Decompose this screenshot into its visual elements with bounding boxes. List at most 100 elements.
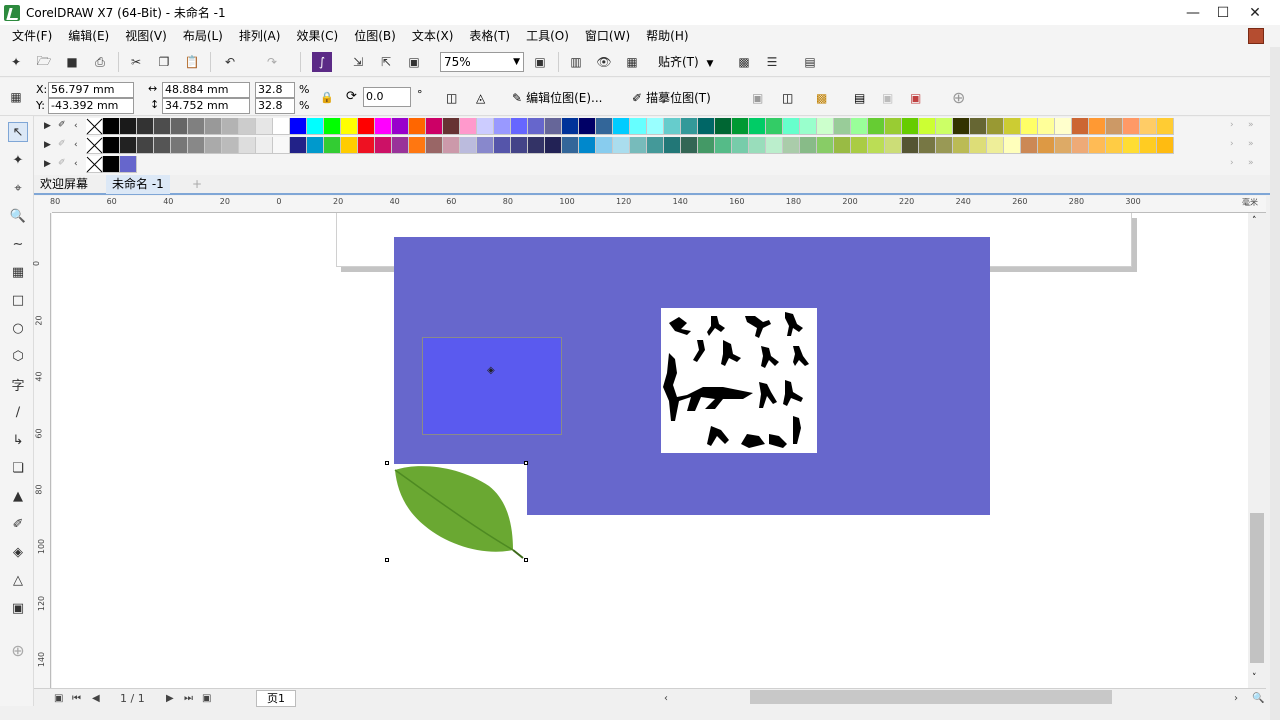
color-swatch[interactable]	[171, 137, 188, 154]
color-swatch[interactable]	[341, 137, 358, 154]
color-swatch[interactable]	[494, 118, 511, 135]
scroll-down-icon[interactable]: ˅	[1252, 673, 1257, 683]
menu-effects[interactable]: 效果(C)	[288, 25, 346, 47]
palette-expand-icon[interactable]: »	[1248, 158, 1254, 168]
scroll-right-icon[interactable]: ›	[1234, 689, 1238, 708]
show-grid-icon[interactable]: ▦	[622, 52, 642, 72]
color-swatch[interactable]	[171, 118, 188, 135]
palette-expand-icon[interactable]: »	[1248, 139, 1254, 149]
color-swatch[interactable]	[817, 118, 834, 135]
color-swatch[interactable]	[817, 137, 834, 154]
last-page-icon[interactable]: ⏭	[184, 689, 193, 708]
color-swatch[interactable]	[290, 137, 307, 154]
options-icon[interactable]: ☰	[762, 52, 782, 72]
full-screen-preview-icon[interactable]: ▣	[530, 52, 550, 72]
print-icon[interactable]: ⎙	[90, 52, 110, 72]
selection-handle[interactable]	[524, 461, 528, 465]
add-page-before-icon[interactable]: ▣	[54, 689, 63, 708]
open-icon[interactable]: 🗁	[34, 52, 54, 72]
selected-rectangle[interactable]: ◈	[422, 337, 562, 435]
color-swatch[interactable]	[256, 118, 273, 135]
color-swatch[interactable]	[664, 118, 681, 135]
color-swatch[interactable]	[511, 137, 528, 154]
color-swatch[interactable]	[1055, 118, 1072, 135]
color-swatch[interactable]	[1055, 137, 1072, 154]
rotation-field[interactable]: 0.0	[363, 87, 411, 107]
no-color-swatch[interactable]	[86, 156, 103, 173]
color-swatch[interactable]	[562, 118, 579, 135]
color-swatch[interactable]	[987, 118, 1004, 135]
color-swatch[interactable]	[698, 137, 715, 154]
new-document-icon[interactable]: ✦	[6, 52, 26, 72]
palette-scroll-left-icon[interactable]: ‹	[74, 159, 78, 169]
connector-tool-icon[interactable]: ↳	[8, 430, 28, 450]
color-swatch[interactable]	[120, 137, 137, 154]
zoom-select[interactable]: 75% ▼	[440, 52, 524, 72]
vertical-scrollbar-thumb[interactable]	[1250, 513, 1264, 663]
y-position-field[interactable]: -43.392 mm	[48, 98, 134, 114]
selection-handle[interactable]	[385, 558, 389, 562]
color-swatch[interactable]	[103, 137, 120, 154]
color-swatch[interactable]	[1004, 137, 1021, 154]
first-page-icon[interactable]: ⏮	[72, 689, 81, 708]
x-position-field[interactable]: 56.797 mm	[48, 82, 134, 98]
zoom-navigator-icon[interactable]: 🔍	[1252, 689, 1264, 708]
eyedropper-icon[interactable]: ✐	[58, 139, 66, 149]
menu-window[interactable]: 窗口(W)	[577, 25, 638, 47]
new-tab-icon[interactable]: +	[186, 175, 208, 194]
document-control-icon[interactable]	[1248, 28, 1264, 44]
color-swatch[interactable]	[749, 118, 766, 135]
application-launcher-icon[interactable]: ▩	[734, 52, 754, 72]
color-swatch[interactable]	[120, 156, 137, 173]
color-swatch[interactable]	[1021, 137, 1038, 154]
color-swatch[interactable]	[749, 137, 766, 154]
polygon-tool-icon[interactable]: ⬡	[8, 346, 28, 366]
color-swatch[interactable]	[1038, 118, 1055, 135]
export-icon[interactable]: ⇱	[376, 52, 396, 72]
shape-tool-icon[interactable]: ✦	[8, 150, 28, 170]
color-swatch[interactable]	[409, 137, 426, 154]
bitmap-color-mask-icon[interactable]: ▩	[816, 88, 827, 108]
color-swatch[interactable]	[868, 137, 885, 154]
color-swatch[interactable]	[358, 137, 375, 154]
color-swatch[interactable]	[426, 118, 443, 135]
color-swatch[interactable]	[375, 137, 392, 154]
color-swatch[interactable]	[647, 118, 664, 135]
color-swatch[interactable]	[970, 137, 987, 154]
color-swatch[interactable]	[1157, 137, 1174, 154]
color-swatch[interactable]	[1123, 118, 1140, 135]
color-swatch[interactable]	[902, 118, 919, 135]
show-rulers-icon[interactable]: ▥	[566, 52, 586, 72]
color-swatch[interactable]	[579, 137, 596, 154]
palette-scroll-left-icon[interactable]: ‹	[74, 121, 78, 131]
color-swatch[interactable]	[460, 137, 477, 154]
color-swatch[interactable]	[596, 118, 613, 135]
color-swatch[interactable]	[1072, 118, 1089, 135]
wrap-text-icon[interactable]: ▤	[854, 88, 865, 108]
color-swatch[interactable]	[307, 118, 324, 135]
color-swatch[interactable]	[205, 137, 222, 154]
color-swatch[interactable]	[154, 118, 171, 135]
import-icon[interactable]: ⇲	[348, 52, 368, 72]
color-swatch[interactable]	[545, 137, 562, 154]
color-swatch[interactable]	[511, 118, 528, 135]
palette-menu-icon[interactable]: ▶	[44, 121, 51, 131]
leaf-bitmap[interactable]	[389, 464, 527, 560]
rectangle-tool-icon[interactable]: □	[8, 290, 28, 310]
color-swatch[interactable]	[698, 118, 715, 135]
menu-help[interactable]: 帮助(H)	[638, 25, 696, 47]
paste-icon[interactable]: 📋	[182, 52, 202, 72]
color-swatch[interactable]	[1157, 118, 1174, 135]
color-swatch[interactable]	[103, 118, 120, 135]
color-swatch[interactable]	[1140, 137, 1157, 154]
color-swatch[interactable]	[1021, 118, 1038, 135]
color-swatch[interactable]	[443, 118, 460, 135]
palette-menu-icon[interactable]: ▶	[44, 159, 51, 169]
trace-bitmap-button[interactable]: ✐ 描摹位图(T)	[632, 88, 711, 108]
color-swatch[interactable]	[664, 137, 681, 154]
scale-width-field[interactable]: 32.8	[255, 82, 295, 98]
pick-tool-icon[interactable]: ↖	[8, 122, 28, 142]
publish-pdf-icon[interactable]: ▣	[404, 52, 424, 72]
color-swatch[interactable]	[851, 118, 868, 135]
color-swatch[interactable]	[1123, 137, 1140, 154]
